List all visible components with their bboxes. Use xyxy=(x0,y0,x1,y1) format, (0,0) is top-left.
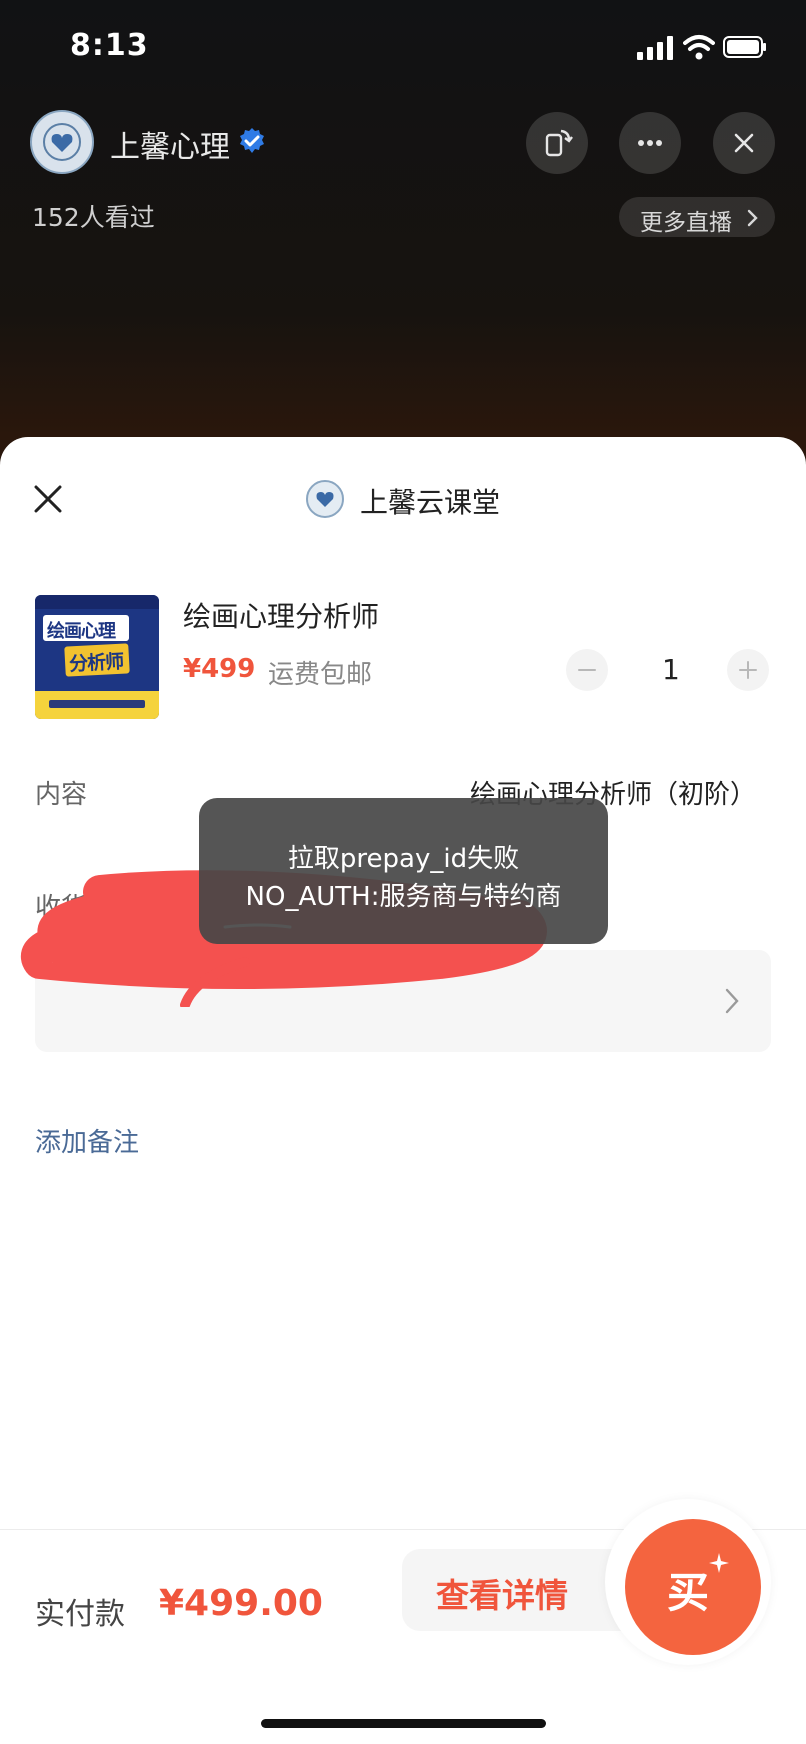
heart-logo-icon xyxy=(43,123,81,161)
pay-amount: ¥499.00 xyxy=(159,1583,323,1624)
order-sheet: 上馨云课堂 绘画心理 分析师 绘画心理分析师 ¥499 运费包邮 1 内容 绘画… xyxy=(0,437,806,1744)
close-live-button[interactable] xyxy=(713,112,775,174)
view-details-label: 查看详情 xyxy=(436,1576,568,1615)
verified-icon xyxy=(240,128,264,153)
shop-logo xyxy=(306,480,344,518)
live-header: 上馨心理 152人看过 更多直播 xyxy=(0,100,806,250)
product-image: 绘画心理 分析师 xyxy=(35,595,159,719)
pay-label: 实付款 xyxy=(35,1597,125,1632)
error-toast: 拉取prepay_id失败 NO_AUTH:服务商与特约商 xyxy=(199,798,608,944)
minus-icon xyxy=(578,669,596,671)
buy-label: 买 xyxy=(667,1568,710,1617)
content-label: 内容 xyxy=(35,780,88,810)
quantity-value[interactable]: 1 xyxy=(662,653,680,686)
close-icon xyxy=(734,133,754,153)
more-icon xyxy=(638,140,662,146)
add-remark-link[interactable]: 添加备注 xyxy=(35,1122,139,1159)
buy-button[interactable]: 买 xyxy=(625,1519,761,1655)
toast-line-1: 拉取prepay_id失败 xyxy=(287,844,520,874)
plus-icon xyxy=(739,661,757,679)
battery-icon xyxy=(723,36,766,58)
rotate-screen-icon xyxy=(545,129,573,157)
chevron-right-icon xyxy=(747,209,758,227)
channel-avatar[interactable] xyxy=(30,110,94,174)
more-live-label: 更多直播 xyxy=(640,210,732,236)
shipping-info: 运费包邮 xyxy=(268,660,373,690)
rotate-screen-button[interactable] xyxy=(526,112,588,174)
quantity-decrease-button[interactable] xyxy=(566,649,608,691)
shop-name: 上馨云课堂 xyxy=(360,486,501,519)
wifi-icon xyxy=(683,35,715,60)
viewer-count: 152人看过 xyxy=(32,203,155,232)
channel-name[interactable]: 上馨心理 xyxy=(110,122,230,166)
status-time: 8:13 xyxy=(70,28,149,63)
signal-icon xyxy=(637,36,673,60)
chevron-right-icon xyxy=(725,988,739,1014)
sparkle-icon xyxy=(709,1553,729,1573)
home-indicator xyxy=(261,1719,546,1728)
product-price: ¥499 xyxy=(183,654,256,684)
product-title: 绘画心理分析师 xyxy=(183,600,380,633)
more-live-button[interactable]: 更多直播 xyxy=(619,197,775,237)
status-bar: 8:13 xyxy=(0,0,806,100)
toast-line-2: NO_AUTH:服务商与特约商 xyxy=(245,882,562,912)
quantity-increase-button[interactable] xyxy=(727,649,769,691)
heart-logo-icon xyxy=(316,492,334,507)
more-options-button[interactable] xyxy=(619,112,681,174)
close-icon[interactable] xyxy=(30,481,66,517)
